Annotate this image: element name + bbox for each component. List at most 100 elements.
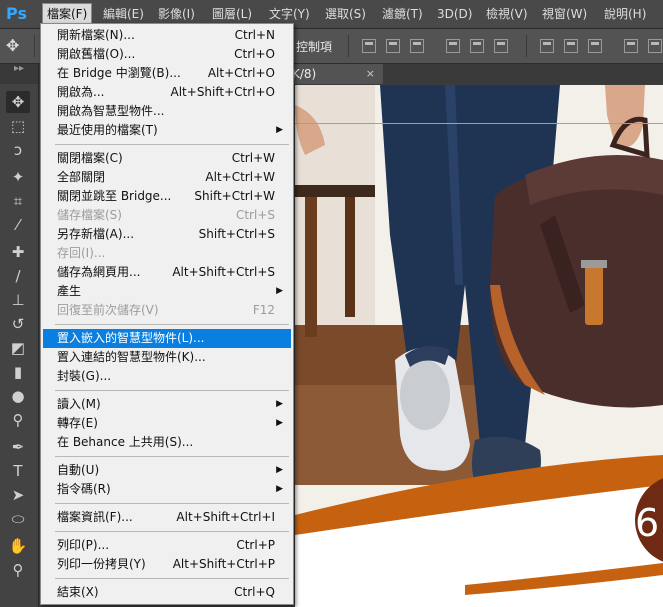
menu-item-label: 讀入(M) (57, 397, 101, 411)
file-menu-item: 存回(I)... (43, 244, 291, 263)
distribute-top-icon[interactable] (540, 39, 554, 53)
menu-item-label: 在 Bridge 中瀏覽(B)... (57, 66, 181, 80)
file-menu-item[interactable]: 封裝(G)... (43, 367, 291, 386)
crop-tool-icon[interactable]: ⌗ (6, 190, 30, 212)
file-menu-item[interactable]: 全部關閉 Alt+Ctrl+W (43, 168, 291, 187)
menu-item-label: 儲存檔案(S) (57, 208, 122, 222)
menu-item-label: 回復至前次儲存(V) (57, 303, 159, 317)
file-menu-item[interactable]: 列印一份拷貝(Y) Alt+Shift+Ctrl+P (43, 555, 291, 574)
document-canvas[interactable]: 6 (295, 85, 663, 607)
menu-3[interactable]: 圖層(L) (208, 4, 256, 24)
brush-tool-icon[interactable]: ∕ (6, 265, 30, 287)
file-menu-item[interactable]: 另存新檔(A)... Shift+Ctrl+S (43, 225, 291, 244)
menu-item-label: 檔案資訊(F)... (57, 510, 133, 524)
panel-grip[interactable]: ▸▸ (0, 64, 38, 84)
marquee-tool-icon[interactable]: ⬚ (6, 115, 30, 137)
menu-4[interactable]: 文字(Y) (265, 4, 314, 24)
file-menu-item[interactable]: 最近使用的檔案(T) ▶ (43, 121, 291, 140)
options-divider (526, 35, 527, 57)
close-tab-icon[interactable]: × (366, 64, 375, 84)
align-right-icon[interactable] (494, 39, 508, 53)
file-menu-item[interactable]: 在 Bridge 中瀏覽(B)... Alt+Ctrl+O (43, 64, 291, 83)
file-menu-item[interactable]: 自動(U) ▶ (43, 461, 291, 480)
distribute-hcenter-icon[interactable] (648, 39, 662, 53)
move-tool-icon[interactable]: ✥ (6, 91, 30, 113)
blur-tool-icon[interactable]: ● (6, 385, 30, 407)
menu-item-label: 在 Behance 上共用(S)... (57, 435, 194, 449)
clone-stamp-tool-icon[interactable]: ⊥ (6, 289, 30, 311)
menu-item-label: 封裝(G)... (57, 369, 112, 383)
menu-separator (55, 531, 289, 532)
distribute-bottom-icon[interactable] (588, 39, 602, 53)
align-hcenter-icon[interactable] (470, 39, 484, 53)
menu-item-shortcut: Alt+Shift+Ctrl+I (176, 510, 275, 524)
menu-9[interactable]: 視窗(W) (538, 4, 591, 24)
show-transform-controls-label[interactable]: 控制項 (296, 38, 332, 55)
file-menu-item[interactable]: 儲存為網頁用... Alt+Shift+Ctrl+S (43, 263, 291, 282)
menu-item-label: 列印(P)... (57, 538, 110, 552)
menu-separator (55, 578, 289, 579)
file-menu-item[interactable]: 指令碼(R) ▶ (43, 480, 291, 499)
menu-10[interactable]: 說明(H) (600, 4, 650, 24)
menu-2[interactable]: 影像(I) (154, 4, 199, 24)
menu-0[interactable]: 檔案(F) (42, 3, 93, 25)
menu-item-shortcut: Ctrl+W (231, 151, 275, 165)
file-menu-item[interactable]: 關閉並跳至 Bridge... Shift+Ctrl+W (43, 187, 291, 206)
menu-item-label: 自動(U) (57, 463, 100, 477)
file-menu-item[interactable]: 置入嵌入的智慧型物件(L)... (43, 329, 291, 348)
menu-item-label: 儲存為網頁用... (57, 265, 141, 279)
healing-brush-tool-icon[interactable]: ✚ (6, 241, 30, 263)
magic-wand-tool-icon[interactable]: ✦ (6, 166, 30, 188)
history-brush-tool-icon[interactable]: ↺ (6, 313, 30, 335)
menu-1[interactable]: 編輯(E) (99, 4, 148, 24)
document-tab[interactable]: K/8) × (288, 64, 383, 84)
file-menu-item[interactable]: 開啟為智慧型物件... (43, 102, 291, 121)
menu-item-shortcut: Alt+Shift+Ctrl+P (172, 557, 275, 571)
type-tool-icon[interactable]: T (6, 460, 30, 482)
guide-line[interactable] (295, 123, 663, 124)
gradient-tool-icon[interactable]: ▮ (6, 361, 30, 383)
file-menu-item[interactable]: 關閉檔案(C) Ctrl+W (43, 149, 291, 168)
menu-7[interactable]: 3D(D) (433, 4, 476, 24)
menu-8[interactable]: 檢視(V) (482, 4, 532, 24)
menu-item-shortcut: Alt+Shift+Ctrl+S (172, 265, 275, 279)
eraser-tool-icon[interactable]: ◩ (6, 337, 30, 359)
align-left-icon[interactable] (446, 39, 460, 53)
submenu-arrow-icon: ▶ (276, 286, 283, 296)
file-menu-item[interactable]: 轉存(E) ▶ (43, 414, 291, 433)
menu-item-shortcut: Ctrl+P (236, 538, 275, 552)
align-top-icon[interactable] (362, 39, 376, 53)
zoom-tool-icon[interactable]: ⚲ (6, 559, 30, 581)
menu-6[interactable]: 濾鏡(T) (378, 4, 427, 24)
shape-tool-icon[interactable]: ⬭ (6, 508, 30, 530)
file-menu-item: 儲存檔案(S) Ctrl+S (43, 206, 291, 225)
distribute-vcenter-icon[interactable] (564, 39, 578, 53)
move-tool-preset-icon[interactable]: ✥ (6, 36, 26, 56)
menu-separator (55, 456, 289, 457)
menu-item-shortcut: Ctrl+Q (234, 585, 275, 599)
hand-tool-icon[interactable]: ✋ (6, 535, 30, 557)
file-menu-item[interactable]: 開啟舊檔(O)... Ctrl+O (43, 45, 291, 64)
align-vcenter-icon[interactable] (386, 39, 400, 53)
dodge-tool-icon[interactable]: ⚲ (6, 409, 30, 431)
file-menu-item[interactable]: 產生 ▶ (43, 282, 291, 301)
path-selection-tool-icon[interactable]: ➤ (6, 484, 30, 506)
distribute-left-icon[interactable] (624, 39, 638, 53)
pen-tool-icon[interactable]: ✒ (6, 436, 30, 458)
file-menu-item[interactable]: 開新檔案(N)... Ctrl+N (43, 26, 291, 45)
menu-item-shortcut: Ctrl+S (235, 208, 275, 222)
file-menu-item[interactable]: 檔案資訊(F)... Alt+Shift+Ctrl+I (43, 508, 291, 527)
menu-item-label: 開啟舊檔(O)... (57, 47, 136, 61)
photoshop-logo: Ps (6, 4, 27, 23)
file-menu-item[interactable]: 列印(P)... Ctrl+P (43, 536, 291, 555)
eyedropper-tool-icon[interactable]: ⁄ (6, 214, 30, 236)
file-menu-item[interactable]: 結束(X) Ctrl+Q (43, 583, 291, 602)
file-menu-item[interactable]: 讀入(M) ▶ (43, 395, 291, 414)
file-menu-item[interactable]: 在 Behance 上共用(S)... (43, 433, 291, 452)
file-menu-item[interactable]: 置入連結的智慧型物件(K)... (43, 348, 291, 367)
file-menu-dropdown: 開新檔案(N)... Ctrl+N 開啟舊檔(O)... Ctrl+O 在 Bridge… (40, 23, 294, 605)
align-bottom-icon[interactable] (410, 39, 424, 53)
lasso-tool-icon[interactable]: ↄ (6, 139, 30, 161)
menu-5[interactable]: 選取(S) (321, 4, 370, 24)
file-menu-item[interactable]: 開啟為... Alt+Shift+Ctrl+O (43, 83, 291, 102)
